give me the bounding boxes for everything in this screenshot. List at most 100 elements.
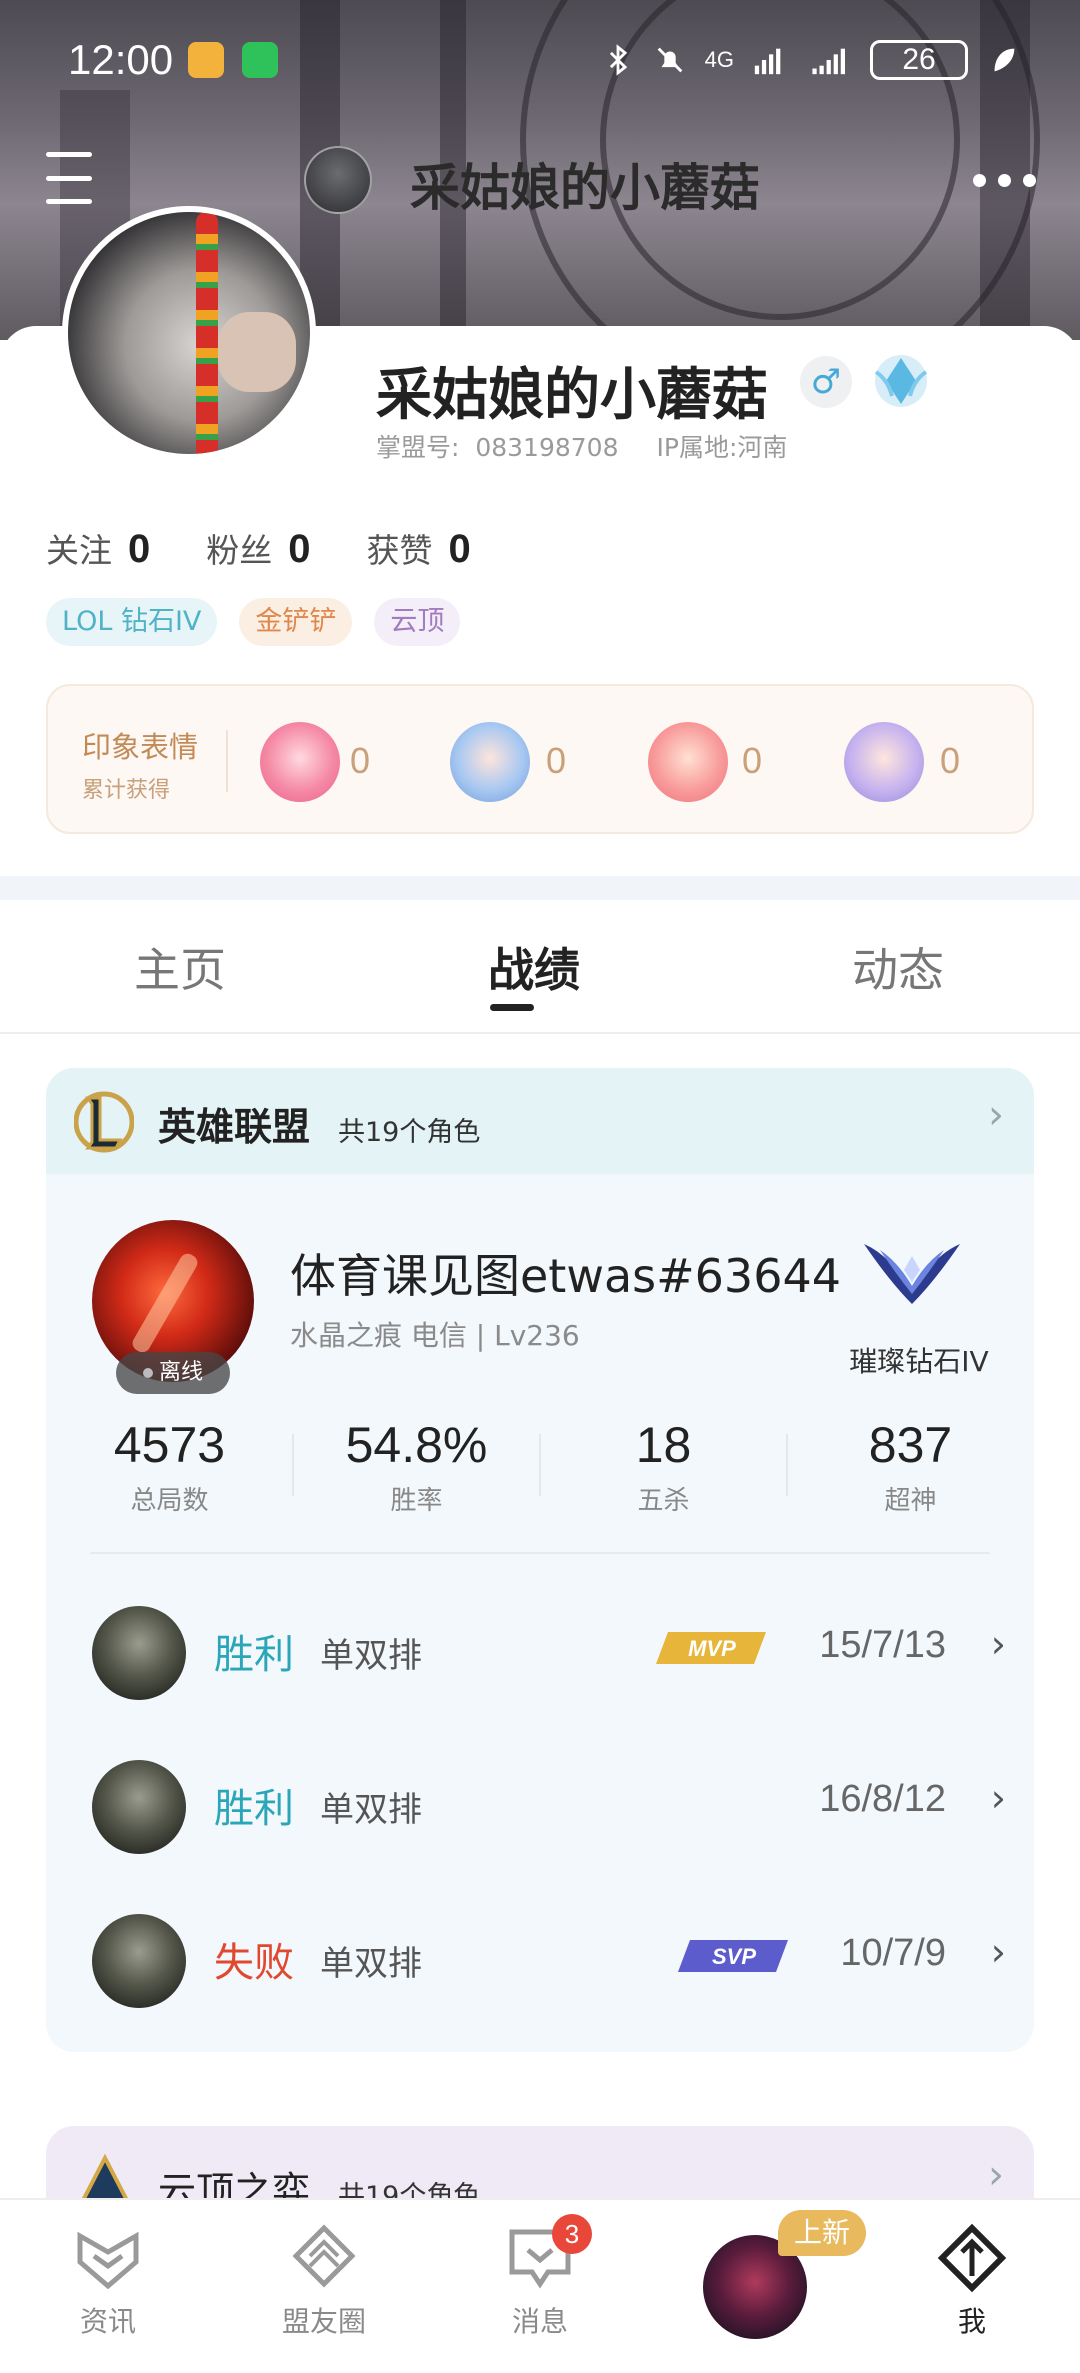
- tab-home[interactable]: 主页: [134, 934, 226, 1000]
- header-avatar: [304, 146, 372, 214]
- emoji-count: 0: [546, 740, 567, 781]
- battery-indicator: 26: [870, 40, 968, 80]
- player-name: 体育课见图etwas#63644: [290, 1249, 841, 1303]
- avatar[interactable]: [62, 206, 316, 460]
- new-badge: 上新: [778, 2210, 867, 2256]
- tab-activity[interactable]: 动态: [852, 934, 944, 1000]
- nav-label: 消息: [511, 2305, 568, 2338]
- followers-count[interactable]: 粉丝 0: [206, 524, 310, 572]
- follow-counts: 关注 0 粉丝 0 获赞 0: [46, 524, 471, 572]
- menu-icon[interactable]: [46, 152, 92, 204]
- me-icon: [937, 2223, 1007, 2293]
- match-row[interactable]: 胜利 单双排 MVP 15/7/13 ›: [46, 1592, 1034, 1712]
- match-mode: 单双排: [320, 1636, 422, 1676]
- count-label: 获赞: [366, 531, 433, 570]
- account-info: 掌盟号: 083198708 IP属地:河南: [376, 428, 787, 464]
- count-value: 0: [288, 527, 311, 571]
- nav-news[interactable]: 资讯: [28, 2222, 188, 2340]
- crying-girl-emoji-icon: [260, 722, 340, 802]
- match-row[interactable]: 失败 单双排 SVP 10/7/9 ›: [46, 1900, 1034, 2020]
- tag-lol-rank[interactable]: LOL 钻石IV: [46, 598, 218, 646]
- stat-label: 总局数: [130, 1486, 209, 1516]
- impression-subtitle: 累计获得: [82, 778, 171, 803]
- bottom-nav: 资讯 盟友圈 3 消息 上新 我: [0, 2198, 1080, 2373]
- count-value: 0: [448, 527, 471, 571]
- match-result: 失败: [214, 1940, 294, 1986]
- badge-text: MVP: [688, 1636, 736, 1661]
- leaf-icon: [994, 48, 1015, 72]
- league-of-legends-logo-icon: [74, 1091, 134, 1153]
- impression-title: 印象表情: [82, 730, 199, 764]
- stat-label: 五杀: [637, 1486, 690, 1516]
- gg-boy-emoji-icon: [844, 722, 924, 802]
- svp-badge-icon: SVP: [678, 1940, 788, 1972]
- chevron-right-icon: ›: [988, 1092, 1004, 1138]
- weibo-icon: [188, 42, 224, 78]
- tag-jinchanchan[interactable]: 金铲铲: [239, 598, 353, 646]
- account-id: 083198708: [475, 433, 619, 462]
- status-bar: 12:00 4G 26: [0, 0, 1080, 120]
- match-kda: 16/8/12: [819, 1778, 946, 1820]
- emoji-count: 0: [350, 740, 371, 781]
- tag-tft[interactable]: 云顶: [374, 598, 461, 646]
- signal-icon: [754, 48, 781, 75]
- online-status-badge: 离线: [116, 1352, 230, 1394]
- profile-tags: LOL 钻石IV 金铲铲 云顶: [46, 598, 461, 646]
- stat-value: 54.8%: [345, 1417, 488, 1473]
- profile-name: 采姑娘的小蘑菇: [376, 363, 768, 428]
- emoji-count: 0: [742, 740, 763, 781]
- message-count-badge: 3: [552, 2214, 592, 2254]
- profile-tabs: 主页 战绩 动态: [0, 900, 1080, 1034]
- wechat-icon: [242, 42, 278, 78]
- diamond-rank-icon: [874, 355, 928, 407]
- match-result: 胜利: [214, 1632, 294, 1678]
- role-count: 共19个角色: [338, 1117, 481, 1148]
- count-value: 0: [128, 527, 151, 571]
- chevron-right-icon: ›: [988, 2152, 1004, 2198]
- status-time: 12:00: [68, 36, 174, 83]
- divider: [226, 730, 228, 792]
- chevron-right-icon: ›: [990, 1776, 1006, 1820]
- count-label: 粉丝: [206, 531, 273, 570]
- ip-location: 河南: [737, 433, 788, 462]
- stat-total-games: 4573 总局数: [46, 1416, 293, 1517]
- nav-friends-circle[interactable]: 盟友圈: [244, 2222, 404, 2340]
- stat-value: 837: [868, 1417, 953, 1473]
- impression-panel[interactable]: 印象表情 累计获得 0 0 0 0: [46, 684, 1034, 834]
- nav-messages[interactable]: 3 消息: [460, 2214, 620, 2340]
- account-label: 掌盟号:: [376, 433, 460, 462]
- likes-count[interactable]: 获赞 0: [367, 524, 471, 572]
- laughing-girl-emoji-icon: [648, 722, 728, 802]
- mvp-badge-icon: MVP: [656, 1632, 766, 1664]
- more-icon[interactable]: [973, 174, 1036, 187]
- signal-icon-2: [812, 48, 845, 75]
- lol-record-card: 英雄联盟 共19个角色 › 离线 体育课见图etwas#63644 水晶之痕 电…: [46, 1068, 1034, 2052]
- match-row[interactable]: 胜利 单双排 16/8/12 ›: [46, 1746, 1034, 1866]
- status-dot-icon: [142, 1368, 153, 1378]
- bluetooth-icon: [609, 44, 627, 76]
- emoji-count: 0: [940, 740, 961, 781]
- count-label: 关注: [46, 531, 112, 570]
- stat-value: 18: [635, 1417, 692, 1473]
- stat-legendary: 837 超神: [787, 1416, 1034, 1517]
- online-status: 离线: [158, 1360, 203, 1385]
- following-count[interactable]: 关注 0: [46, 524, 150, 572]
- nav-label: 我: [957, 2305, 986, 2338]
- diamond-rank-emblem-icon: [864, 1244, 960, 1304]
- waving-boy-emoji-icon: [450, 722, 530, 802]
- stats-row: 4573 总局数 54.8% 胜率 18 五杀 837 超神: [46, 1416, 1034, 1526]
- champion-avatar: [92, 1606, 186, 1700]
- stat-label: 超神: [884, 1486, 937, 1516]
- nav-me[interactable]: 我: [892, 2222, 1052, 2340]
- stat-label: 胜率: [390, 1486, 443, 1516]
- network-type: 4G: [704, 47, 734, 72]
- divider: [90, 1552, 990, 1554]
- match-mode: 单双排: [320, 1790, 422, 1830]
- tab-record[interactable]: 战绩: [488, 934, 580, 1000]
- lol-card-header[interactable]: 英雄联盟 共19个角色 ›: [46, 1068, 1034, 1174]
- ip-label: IP属地:: [656, 433, 738, 462]
- header-title: 采姑娘的小蘑菇: [410, 159, 760, 217]
- nav-label: 盟友圈: [281, 2305, 366, 2338]
- section-divider: [0, 876, 1080, 900]
- champion-avatar: [92, 1914, 186, 2008]
